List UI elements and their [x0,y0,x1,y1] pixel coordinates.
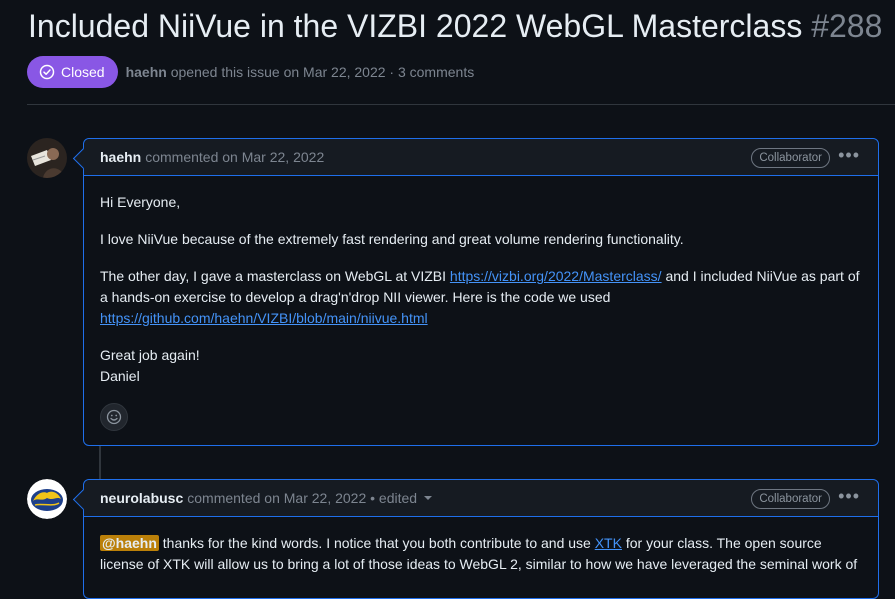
issue-meta: Closed haehn opened this issue on Mar 22… [27,56,474,88]
comment-card: haehn commented on Mar 22, 2022 Collabor… [83,138,879,446]
opened-on-text: opened this issue on Mar 22, 2022 · 3 co… [170,64,475,80]
comment-body: @haehn thanks for the kind words. I noti… [84,517,878,575]
smiley-icon [106,409,122,425]
avatar[interactable] [27,138,67,178]
issue-title: Included NiiVue in the VIZBI 2022 WebGL … [28,8,882,45]
github-link[interactable]: https://github.com/haehn/VIZBI/blob/main… [100,310,428,326]
comment-card: neurolabusc commented on Mar 22, 2022 • … [83,479,879,599]
comment-paragraph: @haehn thanks for the kind words. I noti… [100,533,862,575]
comment-text: The other day, I gave a masterclass on W… [100,268,450,284]
comment-header: neurolabusc commented on Mar 22, 2022 • … [84,480,878,517]
collaborator-badge: Collaborator [751,148,830,168]
comment-author[interactable]: neurolabusc [100,490,183,506]
comment-header: haehn commented on Mar 22, 2022 Collabor… [84,139,878,176]
vizbi-link[interactable]: https://vizbi.org/2022/Masterclass/ [450,268,662,284]
comment-body: Hi Everyone, I love NiiVue because of th… [84,176,878,431]
timeline-connector [99,446,101,480]
comment-timestamp[interactable]: commented on Mar 22, 2022 • edited [187,490,417,506]
comment-paragraph: The other day, I gave a masterclass on W… [100,266,862,329]
comment-text: thanks for the kind words. I notice that… [158,535,595,551]
comment-text: Great job again! [100,347,200,363]
comment-paragraph: I love NiiVue because of the extremely f… [100,231,684,247]
user-mention[interactable]: @haehn [100,535,159,551]
kebab-horizontal-icon[interactable]: ••• [838,487,860,505]
comment-paragraph: Hi Everyone, [100,194,181,210]
issue-title-text: Included NiiVue in the VIZBI 2022 WebGL … [28,8,803,44]
status-badge: Closed [27,56,118,88]
comment-text: Daniel [100,368,140,384]
comment-timestamp[interactable]: commented on Mar 22, 2022 [145,149,324,165]
comment-author[interactable]: haehn [100,149,141,165]
status-label: Closed [61,64,105,80]
add-reaction-button[interactable] [100,403,128,431]
opened-by-text: haehn opened this issue on Mar 22, 2022 … [126,64,475,80]
chevron-down-icon[interactable] [424,496,433,500]
collaborator-badge: Collaborator [751,489,830,509]
comment-paragraph: Great job again! Daniel [100,345,862,387]
check-circle-icon [39,64,55,80]
header-divider [27,104,895,105]
xtk-link[interactable]: XTK [595,535,622,551]
avatar[interactable] [27,479,67,519]
issue-number: #288 [811,8,883,44]
issue-author-link[interactable]: haehn [126,64,167,80]
kebab-horizontal-icon[interactable]: ••• [838,146,860,164]
